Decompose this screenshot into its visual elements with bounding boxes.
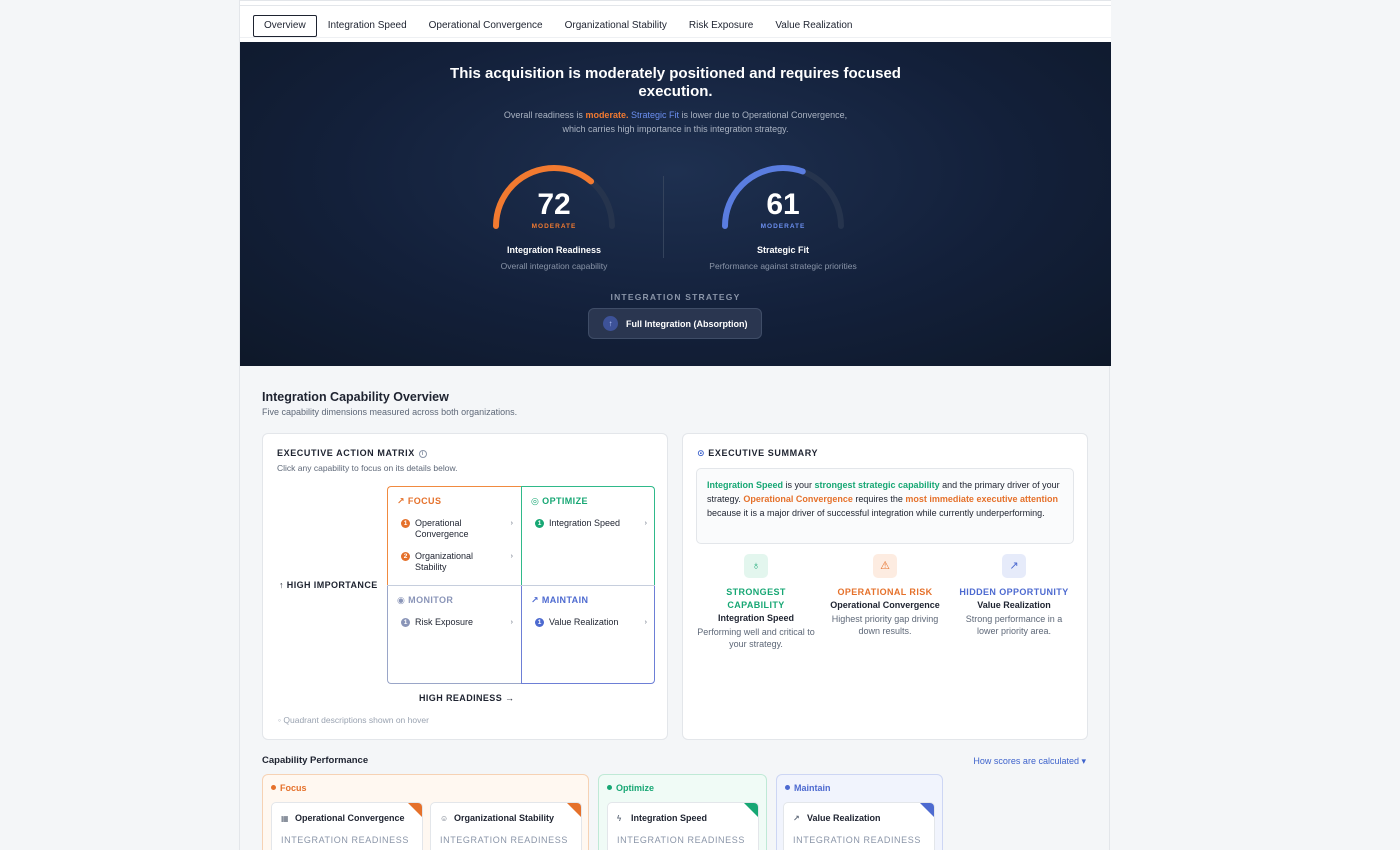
hero-panel: This acquisition is moderately positione… bbox=[240, 42, 1111, 366]
lightning-icon: ϟ bbox=[617, 814, 622, 823]
trend-icon: ↗ bbox=[397, 496, 405, 506]
gauge-label: Strategic Fit bbox=[756, 245, 809, 255]
target-icon: ◎ bbox=[531, 496, 540, 506]
capability-card[interactable]: ☺ Organizational Stability INTEGRATION RE… bbox=[430, 802, 582, 850]
quadrant-header: ↗ MAINTAIN bbox=[531, 595, 589, 605]
matrix-subtitle: Click any capability to focus on its det… bbox=[277, 463, 458, 473]
tab-organizational-stability[interactable]: Organizational Stability bbox=[554, 15, 678, 37]
gauge-value: 72 bbox=[537, 188, 571, 221]
strategy-title: INTEGRATION STRATEGY bbox=[610, 292, 741, 302]
chevron-right-icon: › bbox=[510, 553, 513, 560]
main-page: Overview Integration Speed Operational C… bbox=[239, 0, 1111, 850]
capability-performance-title: Capability Performance bbox=[262, 755, 369, 766]
users-icon: ☺ bbox=[440, 814, 449, 823]
quadrant-header: ◎ OPTIMIZE bbox=[531, 496, 588, 506]
eye-icon: ◉ bbox=[397, 595, 406, 605]
chevron-right-icon: › bbox=[510, 520, 513, 527]
tab-risk-exposure[interactable]: Risk Exposure bbox=[678, 15, 764, 37]
x-axis-label: HIGH READINESS → bbox=[419, 693, 515, 703]
quadrant-header: ↗ FOCUS bbox=[397, 496, 442, 506]
matrix-title: EXECUTIVE ACTION MATRIX i bbox=[277, 448, 427, 458]
hidden-opportunity: ↗ HIDDEN OPPORTUNITY Value Realization S… bbox=[954, 554, 1074, 637]
tab-integration-speed[interactable]: Integration Speed bbox=[317, 15, 418, 37]
quadrant-item[interactable]: 1 Integration Speed › bbox=[535, 518, 647, 529]
summary-text: Integration Speed is your strongest stra… bbox=[696, 468, 1074, 544]
trend-icon: ↗ bbox=[531, 595, 539, 605]
hero-subtitle: Overall readiness is moderate. Strategic… bbox=[503, 110, 848, 134]
tab-overview[interactable]: Overview bbox=[253, 15, 317, 37]
gauge-description: Overall integration capability bbox=[500, 261, 608, 271]
gauge-level: MODERATE bbox=[760, 223, 806, 230]
chevron-right-icon: › bbox=[510, 619, 513, 626]
executive-action-matrix: EXECUTIVE ACTION MATRIX i Click any capab… bbox=[262, 433, 668, 740]
quadrant-monitor[interactable]: ◉ MONITOR 1 Risk Exposure › bbox=[387, 585, 521, 684]
divider bbox=[663, 176, 664, 258]
strategy-button[interactable]: ↑ Full Integration (Absorption) bbox=[588, 308, 762, 339]
strategy-value: Full Integration (Absorption) bbox=[626, 318, 748, 329]
quadrant-header: ◉ MONITOR bbox=[397, 595, 454, 605]
capability-card[interactable]: ▦ Operational Convergence INTEGRATION REA… bbox=[271, 802, 423, 850]
quadrant-optimize[interactable]: ◎ OPTIMIZE 1 Integration Speed › bbox=[521, 486, 655, 585]
info-icon[interactable]: i bbox=[418, 450, 427, 458]
quadrant-item[interactable]: 2 Organizational Stability › bbox=[401, 551, 513, 573]
quadrant-focus[interactable]: ↗ FOCUS 1 Operational Convergence › 2 Organ… bbox=[387, 486, 522, 586]
tabs: Overview Integration Speed Operational C… bbox=[253, 15, 863, 37]
quadrant-maintain[interactable]: ↗ MAINTAIN 1 Value Realization › bbox=[521, 585, 655, 684]
gauge-label: Integration Readiness bbox=[506, 245, 602, 255]
warning-icon: ⚠ bbox=[873, 554, 897, 578]
gauge-level: MODERATE bbox=[531, 223, 577, 230]
target-icon: ⊙ bbox=[697, 448, 706, 458]
trend-up-icon: ↗ bbox=[1002, 554, 1026, 578]
summary-title: ⊙ EXECUTIVE SUMMARY bbox=[697, 448, 819, 458]
section-subtitle: Five capability dimensions measured acro… bbox=[262, 407, 518, 417]
gauge-description: Performance against strategic priorities bbox=[709, 261, 857, 271]
group-optimize: Optimize ϟ Integration Speed INTEGRATION … bbox=[598, 774, 767, 850]
tab-operational-convergence[interactable]: Operational Convergence bbox=[418, 15, 554, 37]
gauge-value: 61 bbox=[766, 188, 800, 221]
group-maintain: Maintain ↗ Value Realization INTEGRATION … bbox=[776, 774, 943, 850]
section-title: Integration Capability Overview bbox=[262, 390, 449, 404]
tab-value-realization[interactable]: Value Realization bbox=[764, 15, 863, 37]
integration-readiness-gauge: 72 MODERATE Integration Readiness Overal… bbox=[469, 162, 639, 271]
matrix-footnote: ◦ Quadrant descriptions shown on hover bbox=[278, 715, 429, 725]
executive-summary: ⊙ EXECUTIVE SUMMARY Integration Speed is… bbox=[682, 433, 1088, 740]
hero-headline: This acquisition is moderately positione… bbox=[450, 65, 901, 100]
how-scores-calculated-link[interactable]: How scores are calculated ▾ bbox=[973, 756, 1086, 767]
chevron-right-icon: › bbox=[644, 520, 647, 527]
award-icon: ♁ bbox=[744, 554, 768, 578]
quadrant-item[interactable]: 1 Operational Convergence › bbox=[401, 518, 513, 540]
capability-card[interactable]: ϟ Integration Speed INTEGRATION READINESS bbox=[607, 802, 759, 850]
y-axis-label: ↑ HIGH IMPORTANCE bbox=[279, 580, 378, 590]
tab-bar: Overview Integration Speed Operational C… bbox=[240, 0, 1111, 42]
operational-risk: ⚠ OPERATIONAL RISK Operational Convergen… bbox=[825, 554, 945, 637]
trend-up-icon: ↗ bbox=[793, 814, 800, 823]
group-focus: Focus ▦ Operational Convergence INTEGRATI… bbox=[262, 774, 589, 850]
capability-card[interactable]: ↗ Value Realization INTEGRATION READINESS bbox=[783, 802, 935, 850]
building-icon: ▦ bbox=[281, 814, 289, 823]
arrow-up-icon: ↑ bbox=[603, 316, 618, 331]
quadrant-item[interactable]: 1 Value Realization › bbox=[535, 617, 647, 628]
strongest-capability: ♁ STRONGEST CAPABILITY Integration Speed… bbox=[696, 554, 816, 650]
strategic-fit-gauge: 61 MODERATE Strategic Fit Performance ag… bbox=[698, 162, 868, 271]
quadrant-item[interactable]: 1 Risk Exposure › bbox=[401, 617, 513, 628]
chevron-right-icon: › bbox=[644, 619, 647, 626]
